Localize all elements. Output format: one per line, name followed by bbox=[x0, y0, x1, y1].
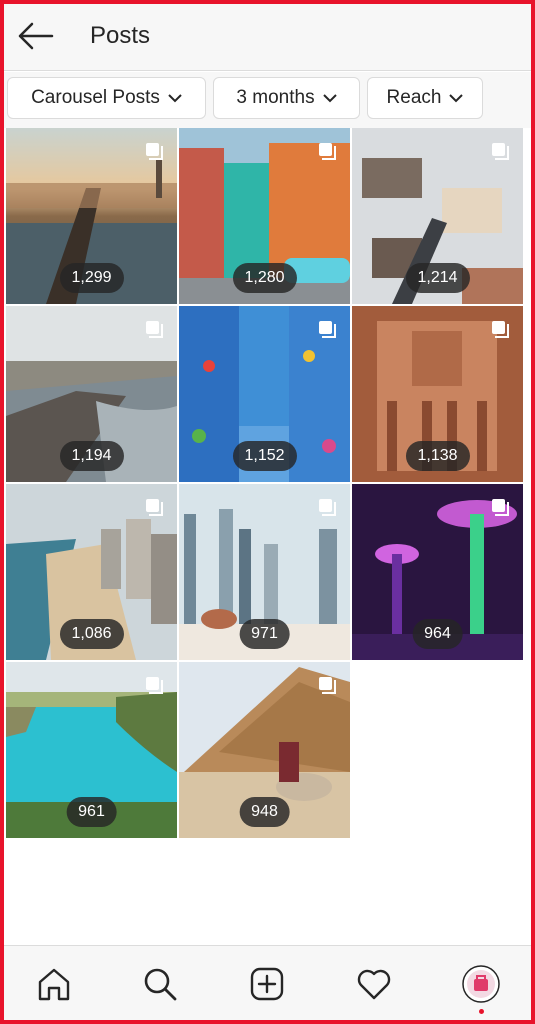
filter-metric[interactable]: Reach bbox=[367, 77, 483, 119]
add-post-icon bbox=[250, 967, 284, 1001]
reach-badge: 1,280 bbox=[232, 263, 297, 293]
search-icon bbox=[144, 968, 177, 1001]
reach-badge: 1,214 bbox=[405, 263, 470, 293]
chevron-down-icon bbox=[168, 94, 182, 103]
post-tile[interactable]: 961 bbox=[6, 662, 177, 838]
nav-profile[interactable] bbox=[461, 964, 501, 1004]
filter-bar: Carousel Posts 3 months Reach bbox=[4, 72, 531, 128]
arrow-left-icon bbox=[18, 22, 54, 50]
post-tile[interactable]: 948 bbox=[179, 662, 350, 838]
reach-badge: 1,152 bbox=[232, 441, 297, 471]
nav-search[interactable] bbox=[140, 964, 180, 1004]
reach-badge: 1,086 bbox=[59, 619, 124, 649]
nav-create[interactable] bbox=[247, 964, 287, 1004]
post-tile[interactable]: 971 bbox=[179, 484, 350, 660]
post-tile[interactable]: 1,214 bbox=[352, 128, 523, 304]
filter-time-range[interactable]: 3 months bbox=[213, 77, 360, 119]
chevron-down-icon bbox=[449, 94, 464, 103]
heart-icon bbox=[357, 969, 391, 1000]
reach-badge: 1,138 bbox=[405, 441, 470, 471]
reach-badge: 948 bbox=[239, 797, 290, 827]
post-tile[interactable]: 1,194 bbox=[6, 306, 177, 482]
back-button[interactable] bbox=[16, 18, 56, 54]
carousel-icon bbox=[319, 143, 336, 160]
reach-badge: 964 bbox=[412, 619, 463, 649]
post-tile[interactable]: 1,280 bbox=[179, 128, 350, 304]
reach-badge: 971 bbox=[239, 619, 290, 649]
carousel-icon bbox=[146, 143, 163, 160]
filter-post-type[interactable]: Carousel Posts bbox=[7, 77, 206, 119]
nav-home[interactable] bbox=[34, 964, 74, 1004]
reach-badge: 961 bbox=[66, 797, 117, 827]
reach-badge: 1,194 bbox=[59, 441, 124, 471]
home-icon bbox=[38, 968, 70, 1001]
nav-activity[interactable] bbox=[354, 964, 394, 1004]
filter-label: 3 months bbox=[236, 87, 315, 108]
bottom-nav bbox=[4, 945, 531, 1021]
profile-avatar bbox=[462, 965, 500, 1003]
carousel-icon bbox=[492, 499, 509, 516]
carousel-icon bbox=[492, 143, 509, 160]
filter-label: Carousel Posts bbox=[31, 87, 160, 108]
filter-label: Reach bbox=[386, 87, 442, 108]
post-tile[interactable]: 1,086 bbox=[6, 484, 177, 660]
app-header: Posts bbox=[4, 4, 531, 71]
carousel-icon bbox=[146, 499, 163, 516]
carousel-icon bbox=[492, 321, 509, 338]
carousel-icon bbox=[319, 321, 336, 338]
post-tile[interactable]: 964 bbox=[352, 484, 523, 660]
page-title: Posts bbox=[90, 22, 151, 49]
post-tile[interactable]: 1,152 bbox=[179, 306, 350, 482]
reach-badge: 1,299 bbox=[59, 263, 124, 293]
carousel-icon bbox=[146, 321, 163, 338]
post-tile[interactable]: 1,138 bbox=[352, 306, 523, 482]
post-tile[interactable]: 1,299 bbox=[6, 128, 177, 304]
notification-dot bbox=[478, 1009, 484, 1014]
chevron-down-icon bbox=[322, 94, 337, 103]
carousel-icon bbox=[319, 499, 336, 516]
carousel-icon bbox=[319, 677, 336, 694]
carousel-icon bbox=[146, 677, 163, 694]
